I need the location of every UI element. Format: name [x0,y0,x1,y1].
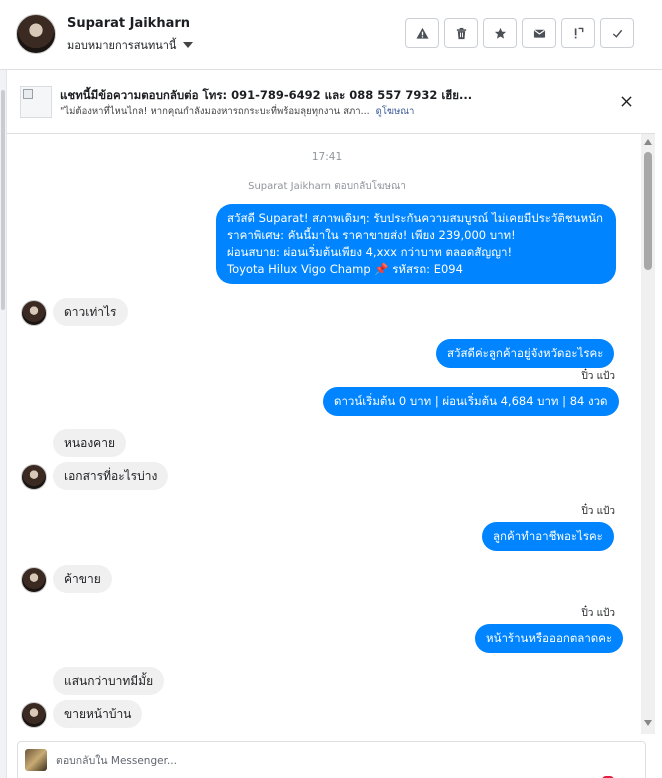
banner-title: แชทนี้มีข้อความตอบกลับต่อ โทร: 091-789-6… [60,88,473,102]
caret-down-icon [183,42,194,48]
conversation-header: Suparat Jaikharn มอบหมายการสนทนานี้ [0,0,662,70]
thread-scrollbar[interactable] [641,134,655,734]
banner-subtitle-text: "ไม่ต้องหาที่ไหนไกล! หากคุณกำลังมองหารถก… [60,106,370,117]
ad-message-line: ผ่อนสบาย: ผ่อนเริ่มต้นเพียง 4,xxx กว่าบา… [227,245,513,259]
customer-avatar[interactable] [21,702,47,728]
message-thread[interactable]: 17:41 Suparat Jaikharn ตอบกลับโฆษณา สวัส… [7,134,641,734]
banner-subtitle: "ไม่ต้องหาที่ไหนไกล! หากคุณกำลังมองหารถก… [60,104,414,119]
sender-label: ปิ๋ว แป้ว [581,506,615,517]
ad-reply-banner: แชทนี้มีข้อความตอบกลับต่อ โทร: 091-789-6… [7,70,655,134]
left-scroll-thumb[interactable] [1,90,5,310]
star-icon [494,27,506,39]
incoming-message[interactable]: แสนกว่าบาทมีมั้ย [53,667,165,695]
ad-message-line: ราคาพิเศษ: คันนี้มาใน ราคาขายส่ง! เพียง … [227,228,516,242]
view-ad-link[interactable]: ดูโฆษณา [376,106,415,117]
incoming-message[interactable]: ขายหน้าบ้าน [53,700,143,728]
follow-up-icon [574,27,583,38]
outgoing-message[interactable]: ลูกค้าทำอาชีพอะไรคะ [482,522,614,551]
trash-icon [456,27,466,39]
incoming-message[interactable]: เอกสารที่อะไรบ่าง [53,462,169,490]
scroll-down-arrow-icon[interactable] [644,720,652,726]
warning-icon [415,27,429,39]
ad-auto-message-bubble[interactable]: สวัสดี Suparat! สภาพเดิมๆ: รับประกันความ… [216,204,616,284]
checkmark-icon [612,29,622,38]
ad-message-line: Toyota Hilux Vigo Champ 📌 รหัสรถ: E094 [227,262,463,276]
message-timestamp: 17:41 [311,151,343,163]
thread-scroll-thumb[interactable] [644,152,652,270]
envelope-icon [533,29,545,38]
outgoing-message[interactable]: หน้าร้านหรือออกตลาดคะ [475,624,624,653]
incoming-message[interactable]: ค้าขาย [53,565,112,593]
outgoing-message[interactable]: ดาวน์เริ่มต้น 0 บาท | ผ่อนเริ่มต้น 4,684… [323,387,619,416]
header-actions [405,18,634,48]
replied-to-ad-label: Suparat Jaikharn ตอบกลับโฆษณา [248,181,406,192]
reply-input[interactable] [56,752,616,770]
mark-unread-button[interactable] [522,18,556,48]
mark-done-button[interactable] [600,18,634,48]
close-banner-button[interactable] [618,93,634,109]
star-button[interactable] [483,18,517,48]
incoming-message[interactable]: หนองคาย [53,429,126,457]
reply-composer [17,741,646,778]
assign-label: มอบหมายการสนทนานี้ [67,39,177,52]
contact-avatar[interactable] [16,14,56,54]
left-panel-scrollbar[interactable] [0,70,7,778]
incoming-message[interactable]: ดาวเท่าไร [53,298,128,326]
close-icon [620,95,632,107]
mark-spam-button[interactable] [405,18,439,48]
ad-thumbnail-image[interactable] [20,86,52,118]
scroll-up-arrow-icon[interactable] [644,139,652,145]
customer-avatar[interactable] [21,300,47,326]
customer-avatar[interactable] [21,464,47,490]
customer-avatar[interactable] [21,567,47,593]
follow-up-button[interactable] [561,18,595,48]
page-avatar [25,749,47,771]
sender-label: ปิ๋ว แป้ว [581,608,615,619]
contact-name[interactable]: Suparat Jaikharn [67,16,190,31]
sender-label: ปิ๋ว แป้ว [581,371,615,382]
assign-conversation-dropdown[interactable]: มอบหมายการสนทนานี้ [67,36,194,54]
delete-button[interactable] [444,18,478,48]
ad-message-line: สวัสดี Suparat! สภาพเดิมๆ: รับประกันความ… [227,211,603,225]
outgoing-message[interactable]: สวัสดีค่ะลูกค้าอยู่จังหวัดอะไรคะ [436,339,615,368]
